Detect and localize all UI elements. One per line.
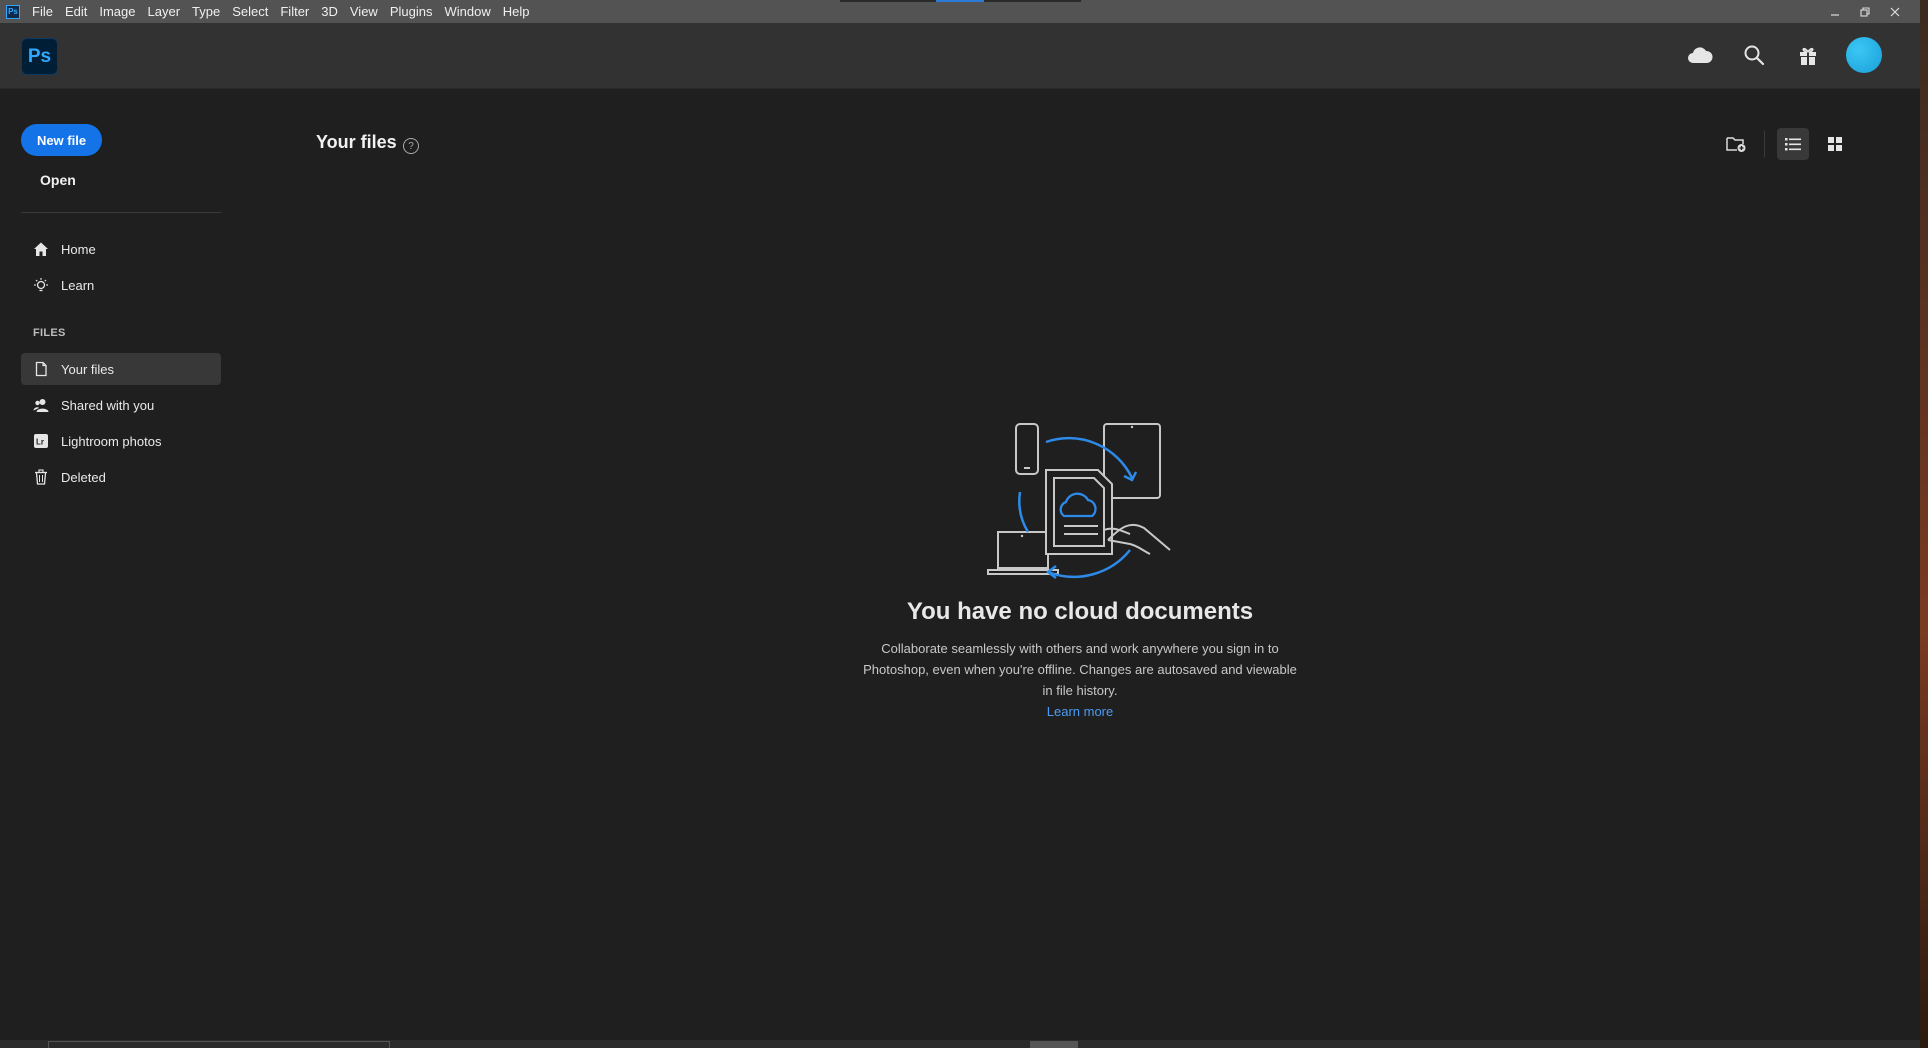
menu-file[interactable]: File [26, 0, 59, 23]
photoshop-home: Ps File Edit Image Layer Type Select Fil… [0, 0, 1928, 1048]
empty-state-description: Collaborate seamlessly with others and w… [863, 641, 1297, 698]
lightbulb-icon [33, 277, 49, 293]
sidebar-item-home[interactable]: Home [21, 233, 221, 265]
help-icon[interactable]: ? [403, 138, 419, 154]
close-icon[interactable] [1886, 3, 1904, 21]
search-icon[interactable] [1738, 39, 1770, 71]
menu-filter[interactable]: Filter [274, 0, 315, 23]
sidebar-item-label: Lightroom photos [61, 433, 162, 449]
menu-edit[interactable]: Edit [59, 0, 93, 23]
trash-icon [33, 469, 49, 485]
taskbar [0, 1040, 1920, 1048]
empty-state-title: You have no cloud documents [906, 598, 1254, 625]
header-actions [1684, 37, 1882, 73]
sidebar-item-label: Shared with you [61, 397, 155, 413]
list-view-icon[interactable] [1777, 128, 1809, 160]
sidebar-item-label: Your files [61, 361, 114, 377]
cloud-icon[interactable] [1684, 39, 1716, 71]
grid-view-icon[interactable] [1819, 128, 1851, 160]
sidebar: New file Open Home Learn FILES Your file… [0, 90, 240, 1040]
learn-more-link[interactable]: Learn more [860, 701, 1300, 722]
ps-app-icon[interactable]: Ps [6, 4, 20, 19]
menu-select[interactable]: Select [226, 0, 274, 23]
new-folder-icon[interactable] [1720, 128, 1752, 160]
active-tab-indicator [936, 0, 984, 2]
sidebar-item-lightroom[interactable]: Lr Lightroom photos [21, 425, 221, 457]
cloud-documents-illustration-icon [987, 423, 1171, 579]
menu-plugins[interactable]: Plugins [384, 0, 439, 23]
empty-state: You have no cloud documents Collaborate … [860, 420, 1300, 722]
sidebar-item-your-files[interactable]: Your files [21, 353, 221, 385]
home-icon [33, 241, 49, 257]
new-file-button[interactable]: New file [21, 124, 102, 156]
document-tab-strip [840, 0, 1081, 2]
sidebar-item-label: Home [61, 241, 96, 257]
minimize-icon[interactable] [1826, 3, 1844, 21]
menu-3d[interactable]: 3D [315, 0, 344, 23]
window-controls [1826, 0, 1904, 23]
file-icon [33, 361, 49, 377]
shared-users-icon [33, 397, 49, 413]
app-header: Ps [0, 23, 1920, 89]
toolbar-divider [1764, 131, 1765, 157]
restore-icon[interactable] [1856, 3, 1874, 21]
desktop-edge [1920, 0, 1928, 1048]
svg-text:Lr: Lr [36, 438, 44, 447]
menu-help[interactable]: Help [497, 0, 536, 23]
gift-icon[interactable] [1792, 39, 1824, 71]
page-title: Your files [316, 132, 397, 152]
sidebar-item-shared[interactable]: Shared with you [21, 389, 221, 421]
menu-view[interactable]: View [344, 0, 384, 23]
menubar: Ps File Edit Image Layer Type Select Fil… [0, 0, 1920, 23]
avatar[interactable] [1846, 37, 1882, 73]
sidebar-item-learn[interactable]: Learn [21, 269, 221, 301]
menu-window[interactable]: Window [438, 0, 496, 23]
lightroom-icon: Lr [33, 433, 49, 449]
taskbar-search[interactable] [48, 1041, 390, 1048]
menu-layer[interactable]: Layer [142, 0, 187, 23]
sidebar-item-label: Deleted [61, 469, 106, 485]
files-section-label: FILES [33, 327, 66, 339]
sidebar-divider [21, 212, 221, 213]
menu-type[interactable]: Type [186, 0, 226, 23]
photoshop-logo[interactable]: Ps [21, 38, 58, 75]
taskbar-item[interactable] [1030, 1041, 1078, 1048]
view-toolbar [1720, 128, 1851, 160]
sidebar-item-deleted[interactable]: Deleted [21, 461, 221, 493]
open-button[interactable]: Open [40, 172, 76, 188]
menu-image[interactable]: Image [93, 0, 141, 23]
sidebar-item-label: Learn [61, 277, 95, 293]
